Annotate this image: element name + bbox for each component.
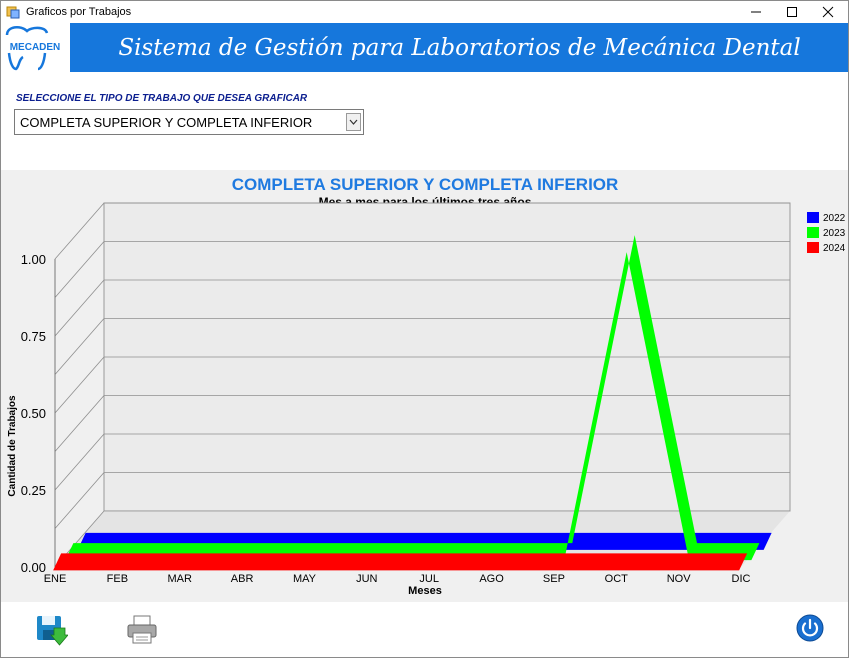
gridline [54,279,105,337]
job-type-selected-value: COMPLETA SUPERIOR Y COMPLETA INFERIOR [20,115,313,130]
toolbar [1,602,848,657]
job-type-label: SELECCIONE EL TIPO DE TRABAJO QUE DESEA … [16,93,308,104]
close-button[interactable] [810,1,846,23]
legend-label: 2024 [823,243,846,254]
x-tick-label: SEP [543,573,565,585]
y-tick-label: 0.50 [21,406,46,421]
x-tick-label: JUN [356,573,377,585]
maximize-button[interactable] [774,1,810,23]
printer-icon [127,615,157,644]
window-title: Graficos por Trabajos [26,6,132,18]
power-icon [796,614,824,642]
gridline [54,433,105,491]
logo: MECADEN [1,23,70,72]
gridline [54,356,105,414]
gridline [54,241,105,298]
save-button[interactable] [34,613,69,647]
print-button[interactable] [125,613,159,647]
job-type-select[interactable]: COMPLETA SUPERIOR Y COMPLETA INFERIOR [14,109,364,135]
x-tick-label: MAY [293,573,317,585]
gridline [54,202,105,260]
save-icon [37,616,69,646]
series-2024-line [53,553,748,571]
y-tick-label: 1.00 [21,252,46,267]
legend-label: 2022 [823,213,846,224]
x-tick-label: OCT [605,573,629,585]
gridline [54,318,105,375]
y-tick-label: 0.00 [21,560,46,575]
x-tick-label: ABR [231,573,254,585]
tooth-logo-icon: MECADEN [5,26,61,71]
x-tick-label: ENE [44,573,67,585]
minimize-icon [751,11,761,13]
legend-label: 2023 [823,228,846,239]
y-tick-label: 0.25 [21,483,46,498]
y-axis-label: Cantidad de Trabajos [7,395,18,497]
svg-text:MECADEN: MECADEN [10,42,61,53]
gridline [54,395,105,452]
dropdown-button[interactable] [346,113,361,131]
x-tick-label: DIC [732,573,751,585]
x-axis-label: Meses [408,585,442,597]
line-chart: COMPLETA SUPERIOR Y COMPLETA INFERIOR Me… [7,175,846,597]
app-icon [6,6,20,19]
x-tick-label: FEB [107,573,128,585]
header-banner: MECADEN Sistema de Gestión para Laborato… [1,23,848,72]
x-tick-label: JUL [419,573,439,585]
chart-title: COMPLETA SUPERIOR Y COMPLETA INFERIOR [232,175,619,194]
chevron-down-icon [349,119,358,125]
title-bar[interactable]: Graficos por Trabajos [1,1,848,23]
exit-button[interactable] [795,613,829,647]
legend-swatch [807,242,819,253]
minimize-button[interactable] [738,1,774,23]
x-tick-label: MAR [168,573,193,585]
close-icon [822,6,834,18]
maximize-icon [787,7,797,17]
chart-panel: COMPLETA SUPERIOR Y COMPLETA INFERIOR Me… [1,170,848,602]
app-window: Graficos por Trabajos MECADEN Sistema de… [0,0,849,658]
x-tick-label: AGO [479,573,504,585]
banner-title: Sistema de Gestión para Laboratorios de … [118,34,801,61]
legend-swatch [807,227,819,238]
legend-swatch [807,212,819,223]
x-tick-label: NOV [667,573,692,585]
y-tick-label: 0.75 [21,329,46,344]
